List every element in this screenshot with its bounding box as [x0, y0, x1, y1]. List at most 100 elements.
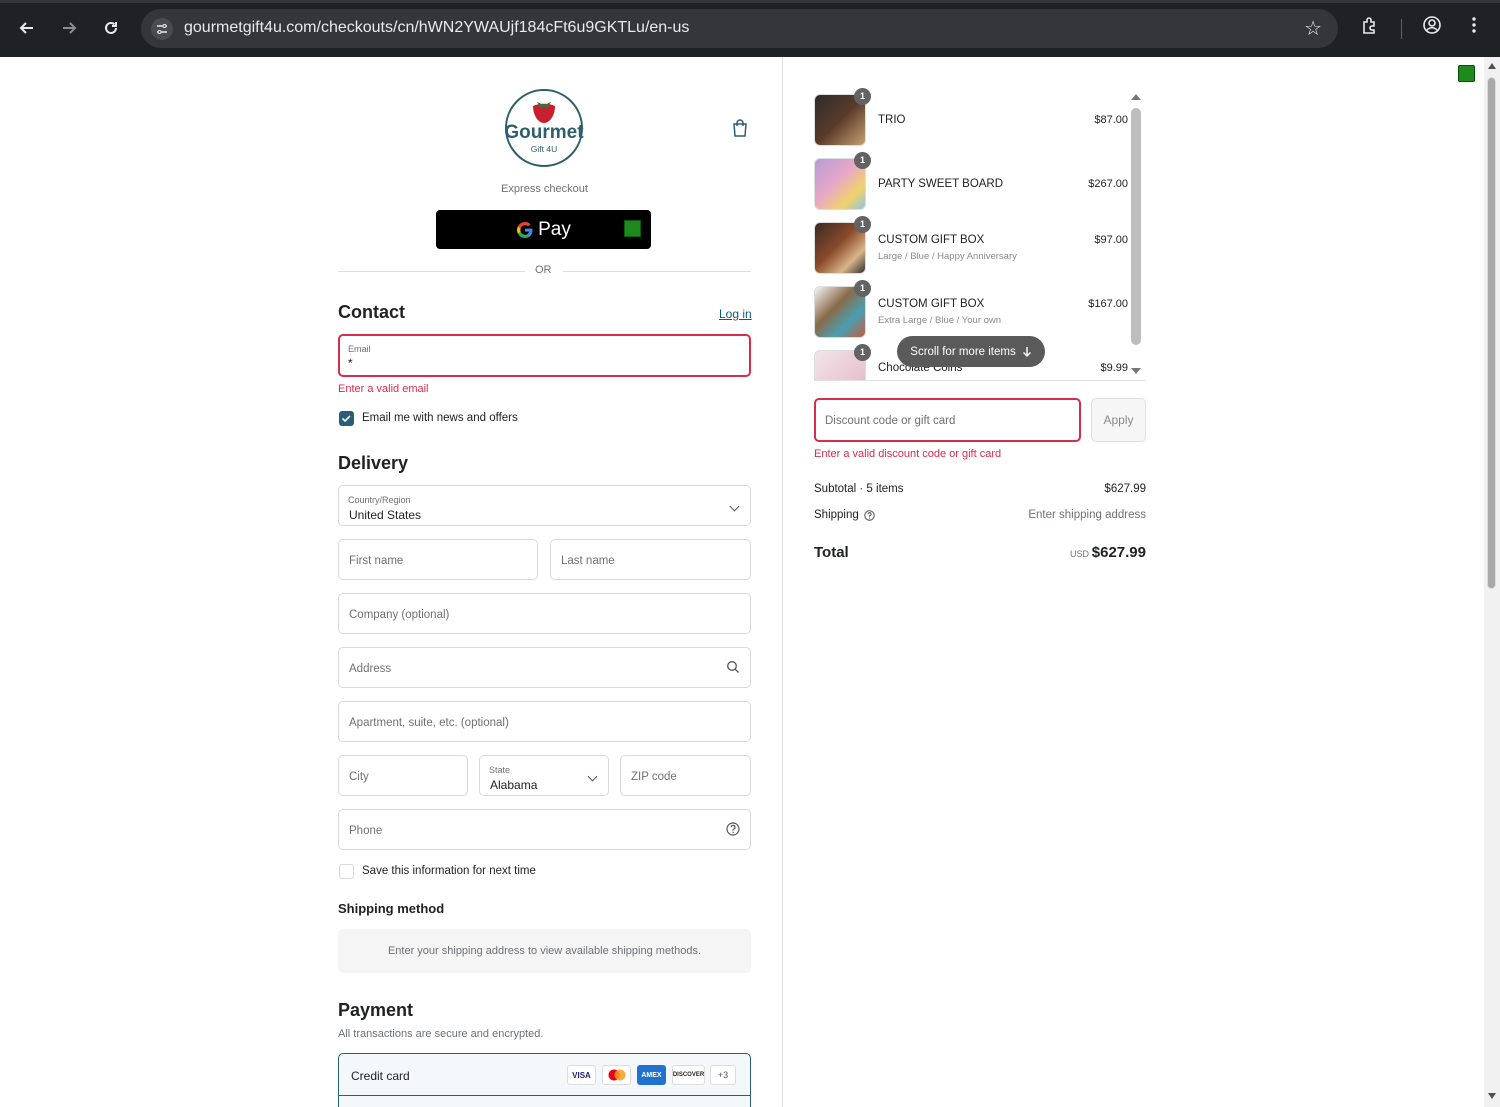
- google-pay-button[interactable]: Pay: [436, 210, 651, 249]
- quantity-badge: 1: [854, 152, 871, 169]
- page-scrollbar[interactable]: [1484, 57, 1500, 1107]
- zip-field[interactable]: ZIP code: [620, 755, 751, 796]
- currency-code: USD: [1069, 549, 1089, 559]
- delivery-heading: Delivery: [338, 453, 409, 473]
- site-settings-icon[interactable]: [151, 18, 173, 40]
- subtotal-label: Subtotal · 5 items: [814, 483, 904, 495]
- item-price: $167.00: [1088, 298, 1128, 310]
- or-label: OR: [535, 264, 552, 276]
- cart-list-scrollbar[interactable]: [1131, 108, 1141, 345]
- last-name-field[interactable]: Last name: [550, 539, 751, 580]
- item-name: TRIO: [878, 114, 906, 126]
- city-field[interactable]: City: [338, 755, 468, 796]
- reload-icon[interactable]: [96, 13, 126, 43]
- quantity-badge: 1: [854, 344, 871, 361]
- chevron-down-icon: [729, 501, 740, 512]
- apartment-field[interactable]: Apartment, suite, etc. (optional): [338, 701, 751, 742]
- list-scroll-down-icon[interactable]: [1131, 368, 1141, 374]
- subtotal-row: Subtotal · 5 items $627.99: [814, 483, 1146, 495]
- item-name: CUSTOM GIFT BOX: [878, 234, 985, 246]
- zip-placeholder: ZIP code: [631, 771, 677, 783]
- address-field[interactable]: Address: [338, 647, 751, 688]
- express-checkout-label: Express checkout: [501, 183, 588, 195]
- discount-error: Enter a valid discount code or gift card: [814, 448, 1002, 460]
- scroll-hint-label: Scroll for more items: [910, 345, 1016, 358]
- bookmark-star-icon[interactable]: ☆: [1304, 16, 1322, 41]
- tab-strip-edge: [0, 0, 1500, 3]
- apply-discount-button[interactable]: Apply: [1091, 398, 1146, 442]
- first-name-field[interactable]: First name: [338, 539, 538, 580]
- item-price: $267.00: [1088, 178, 1128, 190]
- help-question-icon[interactable]: [726, 822, 740, 841]
- store-logo[interactable]: Gourmet Gift 4U: [503, 88, 585, 168]
- visa-icon: VISA: [567, 1065, 596, 1085]
- address-placeholder: Address: [349, 663, 392, 675]
- shipping-method-note: Enter your shipping address to view avai…: [338, 929, 751, 973]
- or-divider: OR: [338, 264, 751, 278]
- logo-subtext: Gift 4U: [530, 144, 558, 154]
- mastercard-icon: [602, 1065, 631, 1085]
- subtotal-value: $627.99: [1104, 483, 1146, 495]
- country-value: United States: [349, 508, 422, 522]
- item-price: $97.00: [1094, 234, 1128, 246]
- shopping-bag-icon[interactable]: [731, 118, 749, 143]
- total-row: Total USD $627.99: [814, 544, 1146, 562]
- forward-arrow-icon[interactable]: [54, 13, 84, 43]
- divider-line: [338, 271, 525, 272]
- item-name: CUSTOM GIFT BOX: [878, 298, 985, 310]
- cart-item: 1 CUSTOM GIFT BOX Extra Large / Blue / Y…: [814, 280, 1146, 342]
- item-variant: Large / Blue / Happy Anniversary: [878, 251, 1017, 262]
- cart-item: 1 TRIO $87.00: [814, 88, 1146, 150]
- scroll-down-arrow-icon[interactable]: [1488, 1093, 1496, 1099]
- profile-icon[interactable]: [1422, 15, 1442, 40]
- address-bar[interactable]: gourmetgift4u.com/checkouts/cn/hWN2YWAUj…: [141, 9, 1338, 48]
- scrollbar-thumb[interactable]: [1487, 77, 1496, 589]
- discover-icon: DISCOVER: [672, 1065, 705, 1085]
- help-question-icon[interactable]: [864, 510, 875, 521]
- save-info-checkbox[interactable]: [339, 864, 354, 879]
- payment-subtitle: All transactions are secure and encrypte…: [338, 1028, 544, 1040]
- email-error: Enter a valid email: [338, 383, 429, 395]
- gpay-label: Pay: [538, 218, 571, 240]
- discount-placeholder: Discount code or gift card: [825, 415, 956, 427]
- email-field[interactable]: Email *: [338, 334, 751, 377]
- company-placeholder: Company (optional): [349, 609, 450, 621]
- contact-heading: Contact: [338, 302, 405, 322]
- phone-field[interactable]: Phone: [338, 809, 751, 850]
- extensions-icon[interactable]: [1360, 15, 1380, 40]
- browser-menu-icon[interactable]: [1466, 15, 1482, 40]
- email-field-label: Email: [348, 344, 371, 354]
- email-field-value: *: [348, 356, 353, 370]
- total-label: Total: [814, 544, 849, 561]
- credit-card-option[interactable]: Credit card VISA AMEX DISCOVER +3: [338, 1053, 751, 1107]
- save-info-label: Save this information for next time: [362, 865, 536, 877]
- phone-placeholder: Phone: [349, 825, 383, 837]
- company-field[interactable]: Company (optional): [338, 593, 751, 634]
- item-variant: Extra Large / Blue / Your own: [878, 315, 1002, 326]
- item-name: PARTY SWEET BOARD: [878, 178, 1004, 190]
- search-icon: [726, 660, 740, 679]
- more-cards-badge: +3: [710, 1065, 736, 1085]
- google-g-icon: [517, 221, 533, 238]
- state-label: State: [489, 765, 511, 775]
- newsletter-checkbox[interactable]: [339, 411, 354, 426]
- quantity-badge: 1: [854, 88, 871, 105]
- shipping-value: Enter shipping address: [1028, 509, 1146, 521]
- first-name-placeholder: First name: [349, 555, 404, 567]
- scroll-for-more-button[interactable]: Scroll for more items: [897, 336, 1045, 367]
- quantity-badge: 1: [854, 280, 871, 297]
- country-label: Country/Region: [348, 495, 411, 505]
- country-select[interactable]: Country/Region United States: [338, 485, 751, 526]
- back-arrow-icon[interactable]: [12, 13, 42, 43]
- state-select[interactable]: State Alabama: [479, 755, 609, 796]
- login-link[interactable]: Log in: [719, 307, 752, 321]
- quantity-badge: 1: [854, 216, 871, 233]
- list-scroll-up-icon[interactable]: [1131, 94, 1141, 100]
- last-name-placeholder: Last name: [561, 555, 615, 567]
- url-text[interactable]: gourmetgift4u.com/checkouts/cn/hWN2YWAUj…: [184, 19, 689, 37]
- apartment-placeholder: Apartment, suite, etc. (optional): [349, 717, 509, 729]
- city-placeholder: City: [349, 771, 369, 783]
- shipping-label: Shipping: [814, 509, 859, 521]
- discount-code-input[interactable]: Discount code or gift card: [814, 398, 1081, 442]
- scroll-up-arrow-icon[interactable]: [1488, 63, 1496, 69]
